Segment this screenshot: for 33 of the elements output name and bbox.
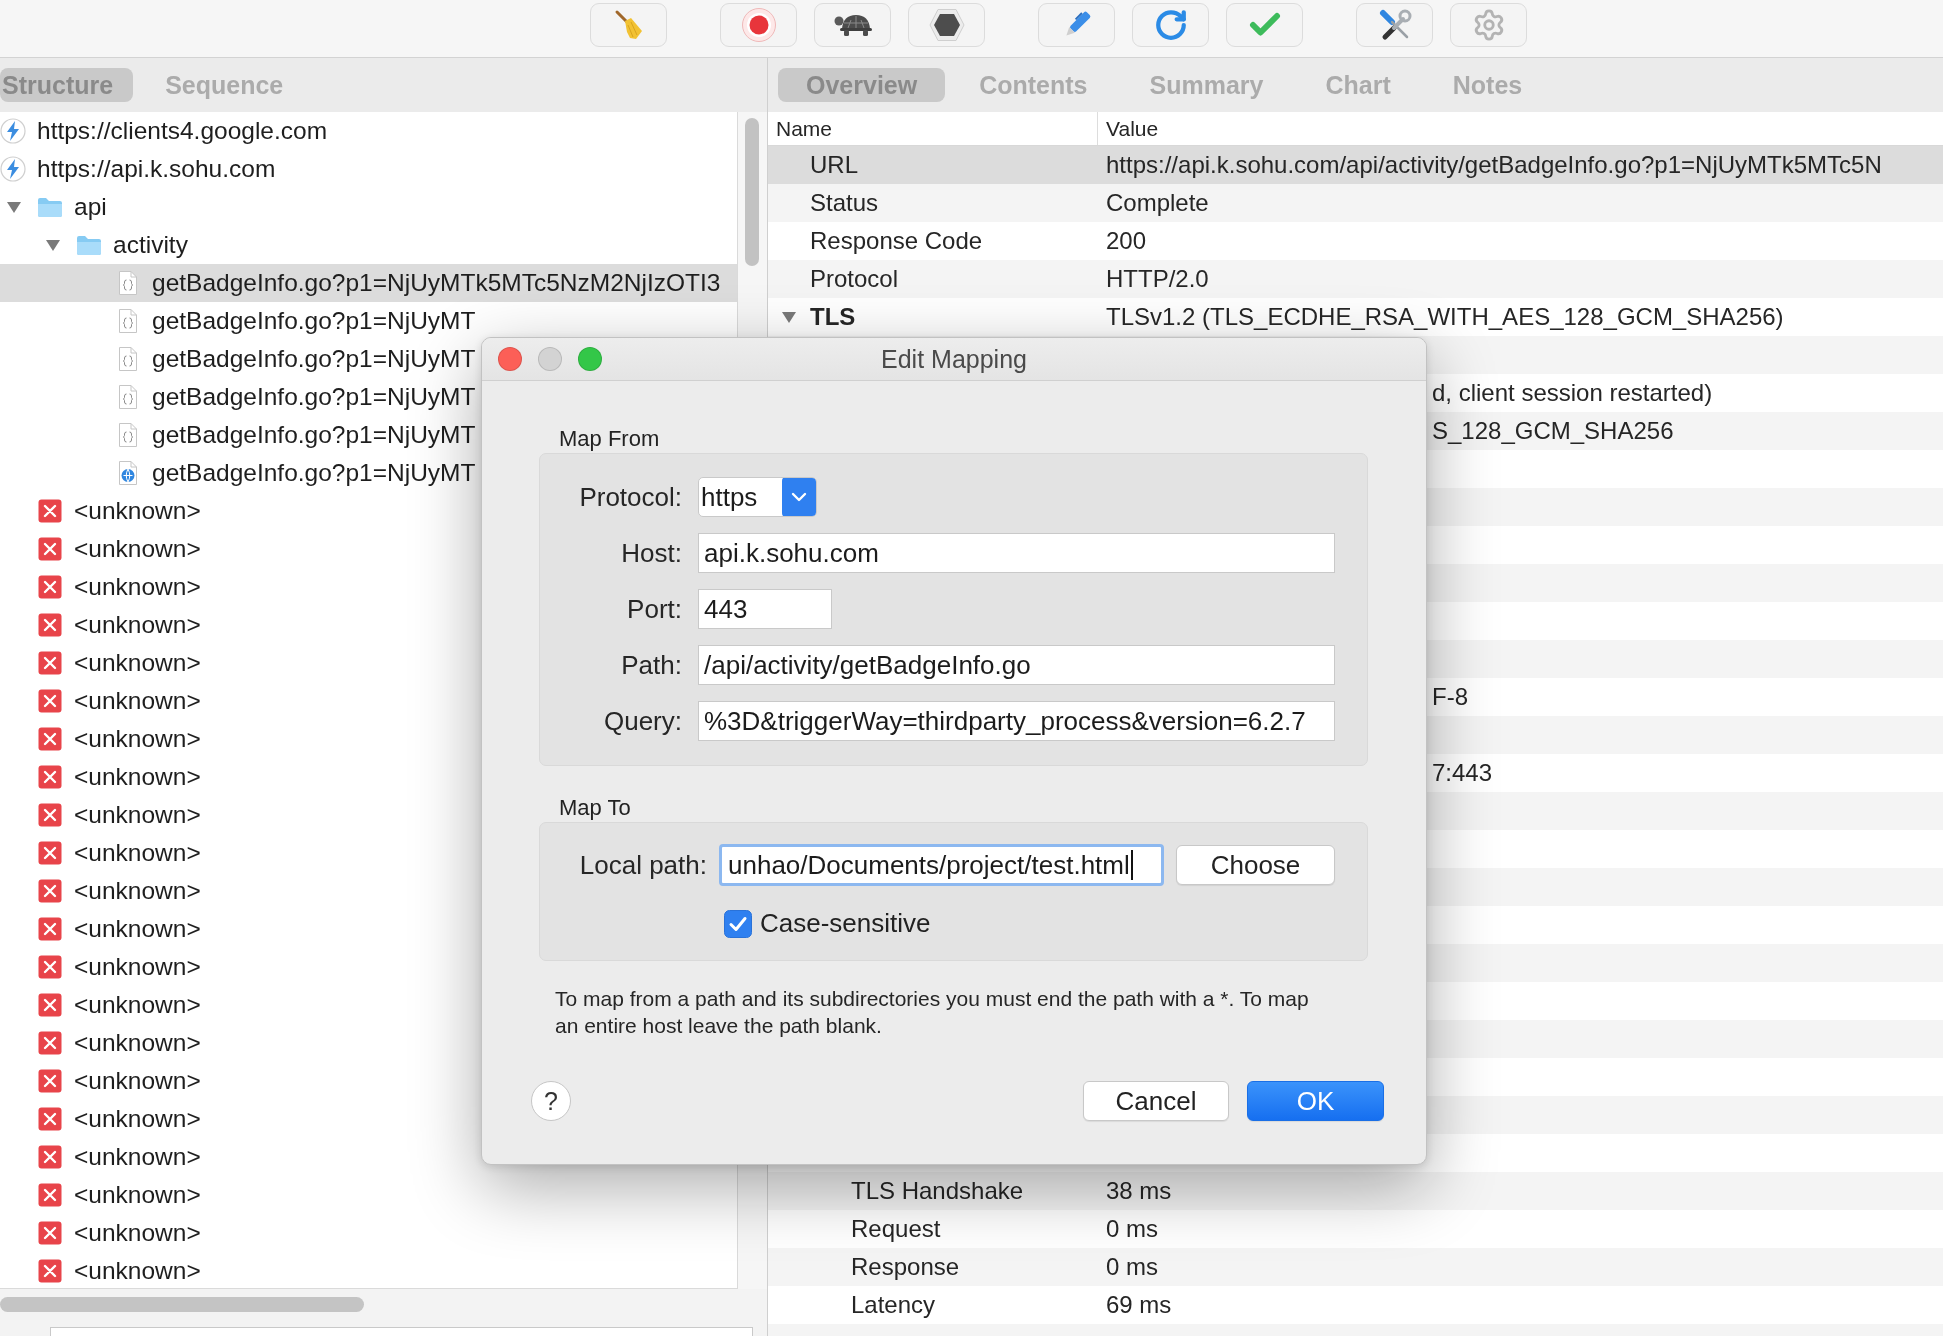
table-cell: Request [851, 1215, 941, 1243]
table-cell: HTTP/2.0 [1106, 265, 1209, 293]
table-cell: 38 ms [1106, 1177, 1172, 1205]
field-label: Query: [603, 705, 682, 737]
table-cell: TLS Handshake [851, 1177, 1024, 1205]
table-cell: https://api.k.sohu.com/api/activity/getBadgeInfo.go?p1=NjUyMTk5MTc5N [1106, 151, 1882, 179]
field-label: Host: [621, 537, 682, 569]
table-cell: URL [810, 151, 858, 179]
table-cell: 69 ms [1106, 1291, 1172, 1319]
field-label: Port: [627, 593, 682, 625]
table-cell: 0 ms [1106, 1253, 1158, 1281]
table-cell: TLSv1.2 (TLS_ECDHE_RSA_WITH_AES_128_GCM_SHA256) [1106, 303, 1784, 331]
group-title: Map From [559, 425, 660, 453]
group-title: Map To [559, 794, 631, 822]
checkbox-label: Case-sensitive [760, 908, 931, 939]
table-cell: S_128_GCM_SHA256 [1432, 417, 1674, 445]
table-cell: 0 ms [1106, 1215, 1158, 1243]
table-cell: Latency [851, 1291, 936, 1319]
field-label: Path: [621, 649, 682, 681]
table-cell: 7:443 [1432, 759, 1493, 787]
field-label: Local path: [578, 849, 707, 881]
table-cell: F-8 [1432, 683, 1468, 711]
table-cell: d, client session restarted) [1432, 379, 1713, 407]
table-cell: TLS [810, 303, 856, 331]
table-cell: Response Code [810, 227, 983, 255]
field-label: Protocol: [579, 481, 682, 513]
table-cell: Protocol [810, 265, 899, 293]
help-text: To map from a path and its subdirectories you must end the path with a *. To map an entire host leave the path blank. [555, 986, 1310, 1039]
table-cell: Response [851, 1253, 960, 1281]
table-cell: 200 [1106, 227, 1147, 255]
table-cell: Status [810, 189, 879, 217]
table-cell: Complete [1106, 189, 1209, 217]
dialog-title: Edit Mapping [881, 344, 1027, 374]
